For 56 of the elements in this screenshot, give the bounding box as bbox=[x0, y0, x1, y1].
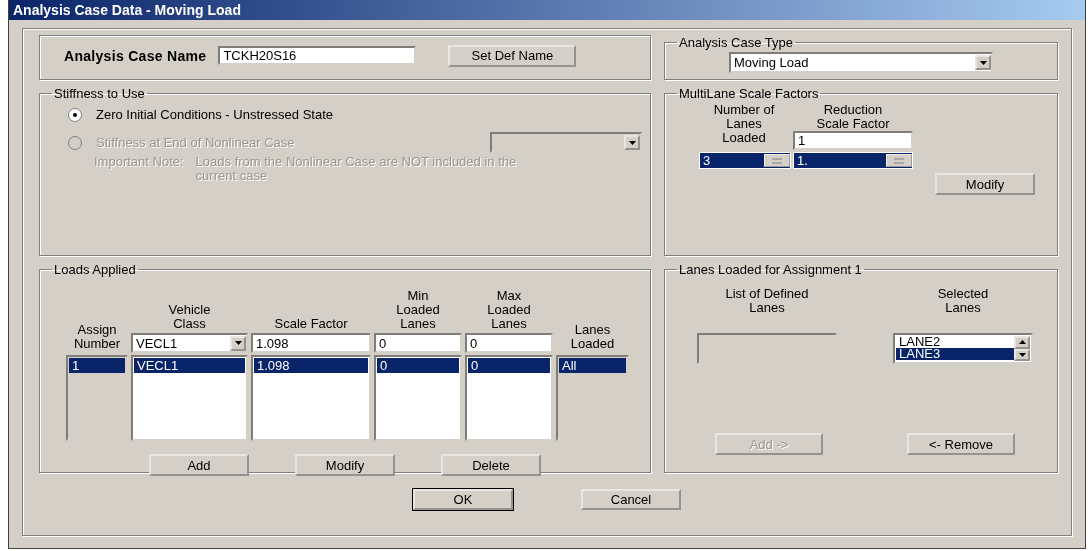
list-item[interactable]: LANE2 bbox=[896, 336, 1014, 348]
spin-button[interactable] bbox=[764, 154, 790, 167]
dialog-button[interactable]: OK bbox=[413, 489, 513, 510]
column-header: Number of Lanes Loaded bbox=[712, 103, 776, 145]
list-item[interactable]: 0 bbox=[468, 358, 550, 373]
case-type-dropdown[interactable]: Moving Load bbox=[729, 52, 993, 73]
column-header: Min Loaded Lanes bbox=[396, 289, 440, 331]
note-label: Important Note: bbox=[94, 155, 184, 169]
input-field[interactable]: 0 bbox=[465, 333, 553, 353]
group-title: Loads Applied bbox=[53, 262, 137, 277]
down-arrow-icon bbox=[979, 60, 987, 65]
spin-arrows-icon bbox=[892, 157, 906, 164]
column-header: Reduction Scale Factor bbox=[815, 103, 891, 131]
lane-button[interactable]: <- Remove bbox=[907, 433, 1015, 455]
list-item[interactable]: All bbox=[559, 358, 626, 373]
column-header: Scale Factor bbox=[274, 317, 348, 331]
spin-field[interactable]: 1. bbox=[793, 152, 913, 169]
modify-button[interactable]: Modify bbox=[935, 173, 1035, 195]
case-name-field[interactable]: TCKH20S16 bbox=[218, 46, 417, 65]
option-label: Stiffness at End of Nonlinear Case bbox=[96, 135, 295, 150]
column-header: Vehicle Class bbox=[168, 303, 211, 331]
radio-button[interactable] bbox=[68, 107, 82, 122]
input-field[interactable]: 0 bbox=[374, 333, 462, 353]
column-header: List of Defined Lanes bbox=[725, 287, 809, 315]
list-item[interactable]: 1.098 bbox=[254, 358, 368, 373]
group-title: Analysis Case Type bbox=[678, 35, 794, 50]
column-header: Assign Number bbox=[73, 323, 121, 351]
action-button[interactable]: Add bbox=[149, 454, 249, 476]
scroll-up-button[interactable] bbox=[1014, 336, 1030, 349]
option-label: Zero Initial Conditions - Unstressed State bbox=[96, 107, 333, 122]
column-header: Max Loaded Lanes bbox=[487, 289, 531, 331]
down-arrow-icon bbox=[628, 140, 636, 145]
factor-field[interactable]: 1 bbox=[793, 131, 913, 150]
set-def-name-button[interactable]: Set Def Name bbox=[448, 44, 577, 67]
dialog-button[interactable]: Cancel bbox=[581, 489, 681, 510]
up-arrow-icon bbox=[1018, 340, 1026, 345]
window-title: Analysis Case Data - Moving Load bbox=[9, 0, 1085, 20]
down-arrow-icon bbox=[1018, 352, 1026, 357]
vehicle-class-dropdown[interactable]: VECL1 bbox=[131, 333, 248, 353]
input-field[interactable]: 1.098 bbox=[251, 333, 371, 353]
column-header: Selected Lanes bbox=[937, 287, 989, 315]
group-title: Lanes Loaded for Assignment 1 bbox=[678, 262, 863, 277]
action-button[interactable]: Modify bbox=[295, 454, 395, 476]
list-item[interactable]: 1 bbox=[69, 358, 125, 373]
spin-field[interactable]: 3 bbox=[699, 152, 791, 169]
group-title: MultiLane Scale Factors bbox=[678, 86, 820, 101]
action-button[interactable]: Delete bbox=[441, 454, 541, 476]
case-name-label: Analysis Case Name bbox=[64, 47, 207, 64]
column-header: Lanes Loaded bbox=[570, 323, 615, 351]
spin-button[interactable] bbox=[886, 154, 912, 167]
spin-arrows-icon bbox=[770, 157, 784, 164]
list-item[interactable]: 0 bbox=[377, 358, 459, 373]
down-arrow-icon bbox=[234, 341, 242, 345]
group-title: Stiffness to Use bbox=[53, 86, 146, 101]
list-item[interactable]: VECL1 bbox=[134, 358, 245, 373]
list-item[interactable]: LANE3 bbox=[896, 348, 1014, 360]
